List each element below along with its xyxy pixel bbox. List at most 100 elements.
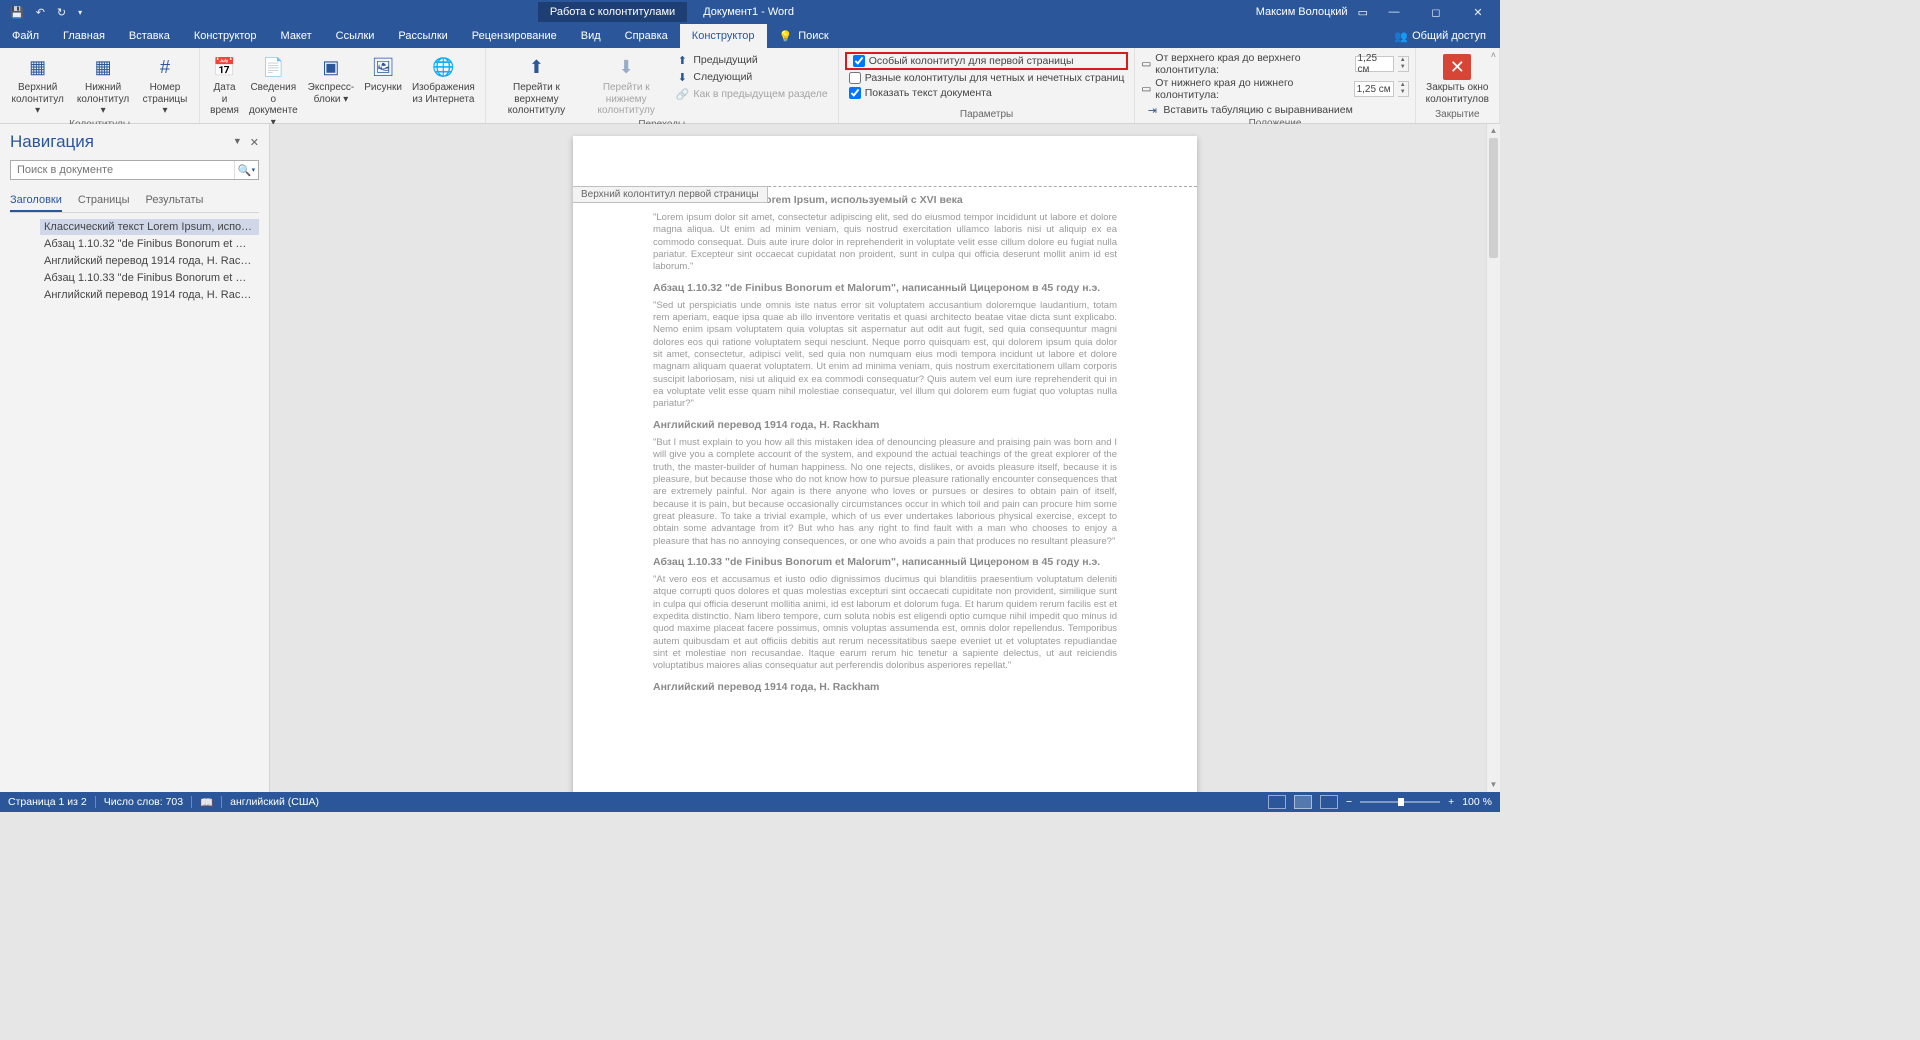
tab-home[interactable]: Главная [51, 24, 117, 48]
doc-paragraph: "At vero eos et accusamus et iusto odio … [653, 574, 1117, 673]
fromtop-icon: ▭ [1141, 58, 1151, 70]
document-canvas[interactable]: Верхний колонтитул первой страницы Класс… [270, 124, 1500, 792]
user-name[interactable]: Максим Волоцкий [1256, 6, 1348, 18]
nav-search-input[interactable] [11, 161, 234, 179]
next-section-button[interactable]: ⬇Следующий [671, 69, 831, 85]
insert-align-tab-button[interactable]: ⇥Вставить табуляцию с выравниванием [1141, 102, 1408, 118]
status-page[interactable]: Страница 1 из 2 [8, 796, 87, 808]
page: Верхний колонтитул первой страницы Класс… [573, 136, 1197, 792]
tab-design[interactable]: Конструктор [182, 24, 269, 48]
outline-item[interactable]: Абзац 1.10.33 "de Finibus Bonorum et Mal… [40, 270, 259, 286]
group-label-close: Закрытие [1422, 109, 1493, 121]
different-first-page-checkbox[interactable]: Особый колонтитул для первой страницы [849, 54, 1125, 68]
search-label: Поиск [798, 30, 828, 42]
doc-info-button[interactable]: 📄Сведения о документе ▾ [245, 52, 302, 130]
minimize-button[interactable]: — [1378, 6, 1410, 18]
tab-help[interactable]: Справка [613, 24, 680, 48]
share-button[interactable]: 👥 Общий доступ [1380, 30, 1500, 43]
prev-section-button[interactable]: ⬆Предыдущий [671, 52, 831, 68]
spin-up-icon[interactable]: ▲ [1398, 57, 1408, 64]
tab-view[interactable]: Вид [569, 24, 613, 48]
zoom-level[interactable]: 100 % [1462, 796, 1492, 808]
collapse-ribbon-icon[interactable]: ˄ [1491, 50, 1496, 60]
gotofooter-icon: ⬇ [612, 54, 640, 80]
zoom-slider-handle[interactable] [1398, 798, 1404, 806]
outline-item[interactable]: Английский перевод 1914 года, H. Rackham [40, 287, 259, 303]
nav-dropdown-icon[interactable]: ▼ [233, 136, 242, 149]
vertical-scrollbar[interactable]: ▲ ▼ [1486, 124, 1500, 792]
spin-down-icon[interactable]: ▼ [1398, 89, 1408, 96]
tab-insert[interactable]: Вставка [117, 24, 182, 48]
zoom-slider[interactable] [1360, 801, 1440, 803]
search-icon: 💡 [779, 30, 793, 43]
scroll-thumb[interactable] [1489, 138, 1498, 258]
spellcheck-icon[interactable]: 📖 [200, 796, 213, 809]
outline-item[interactable]: Английский перевод 1914 года, H. Rackham [40, 253, 259, 269]
qat-more-icon[interactable]: ▾ [78, 8, 82, 17]
onlinepic-icon: 🌐 [429, 54, 457, 80]
ribbon-tabs: Файл Главная Вставка Конструктор Макет С… [0, 24, 1500, 48]
scroll-up-icon[interactable]: ▲ [1487, 124, 1500, 138]
goto-footer-button[interactable]: ⬇Перейти к нижнему колонтитулу [583, 52, 669, 119]
quickparts-icon: ▣ [317, 54, 345, 80]
status-word-count[interactable]: Число слов: 703 [104, 796, 183, 808]
footer-from-bottom-spinner[interactable]: ▭От нижнего края до нижнего колонтитула:… [1141, 77, 1408, 101]
nav-search-button[interactable]: 🔍▾ [234, 161, 258, 179]
tab-references[interactable]: Ссылки [324, 24, 387, 48]
zoom-out-button[interactable]: − [1346, 796, 1352, 808]
odd-even-pages-checkbox[interactable]: Разные колонтитулы для четных и нечетных… [845, 71, 1129, 85]
close-hf-icon: ✕ [1443, 54, 1471, 80]
footer-button[interactable]: ▦Нижний колонтитул ▾ [71, 52, 134, 119]
nav-tab-headings[interactable]: Заголовки [10, 190, 62, 212]
close-header-footer-button[interactable]: ✕Закрыть окно колонтитулов [1422, 52, 1493, 107]
nav-search-box[interactable]: 🔍▾ [10, 160, 259, 180]
tab-hf-design[interactable]: Конструктор [680, 24, 767, 48]
header-button[interactable]: ▦Верхний колонтитул ▾ [6, 52, 69, 119]
ribbon: ▦Верхний колонтитул ▾ ▦Нижний колонтитул… [0, 48, 1500, 124]
account-icon[interactable]: ▭ [1358, 6, 1368, 19]
save-icon[interactable]: 💾 [10, 6, 24, 19]
docinfo-icon: 📄 [259, 54, 287, 80]
view-print-layout[interactable] [1294, 795, 1312, 809]
nav-close-icon[interactable]: ✕ [250, 136, 259, 149]
scroll-down-icon[interactable]: ▼ [1487, 778, 1500, 792]
spin-down-icon[interactable]: ▼ [1398, 64, 1408, 71]
doc-paragraph: "Lorem ipsum dolor sit amet, consectetur… [653, 212, 1117, 274]
status-language[interactable]: английский (США) [230, 796, 319, 808]
nav-tab-pages[interactable]: Страницы [78, 190, 130, 212]
frombottom-icon: ▭ [1141, 83, 1151, 95]
navigation-pane: Навигация ▼ ✕ 🔍▾ Заголовки Страницы Резу… [0, 124, 270, 792]
doc-heading: Абзац 1.10.33 "de Finibus Bonorum et Mal… [653, 556, 1117, 568]
outline-item[interactable]: Абзац 1.10.32 "de Finibus Bonorum et Mal… [40, 236, 259, 252]
header-tag: Верхний колонтитул первой страницы [573, 186, 768, 203]
link-previous-button[interactable]: 🔗Как в предыдущем разделе [671, 86, 831, 102]
gotoheader-icon: ⬆ [522, 54, 550, 80]
tab-layout[interactable]: Макет [269, 24, 324, 48]
online-pictures-button[interactable]: 🌐Изображения из Интернета [408, 52, 479, 107]
tab-review[interactable]: Рецензирование [460, 24, 569, 48]
header-from-top-spinner[interactable]: ▭От верхнего края до верхнего колонтитул… [1141, 52, 1408, 76]
nav-tab-results[interactable]: Результаты [146, 190, 204, 212]
undo-icon[interactable]: ↶ [36, 6, 45, 19]
pictures-button[interactable]: 🖼Рисунки [360, 52, 406, 96]
doc-heading: Абзац 1.10.32 "de Finibus Bonorum et Mal… [653, 282, 1117, 294]
maximize-button[interactable]: ◻ [1420, 6, 1452, 19]
redo-icon[interactable]: ↻ [57, 6, 66, 19]
page-number-button[interactable]: #Номер страницы ▾ [137, 52, 193, 119]
show-document-text-checkbox[interactable]: Показать текст документа [845, 86, 1129, 100]
view-web-layout[interactable] [1320, 795, 1338, 809]
tab-file[interactable]: Файл [0, 24, 51, 48]
tab-mailings[interactable]: Рассылки [386, 24, 459, 48]
prev-icon: ⬆ [675, 53, 689, 67]
share-icon: 👥 [1394, 30, 1408, 43]
tell-me-search[interactable]: 💡 Поиск [767, 30, 841, 43]
zoom-in-button[interactable]: + [1448, 796, 1454, 808]
close-window-button[interactable]: ✕ [1462, 6, 1494, 19]
date-time-button[interactable]: 📅Дата и время [206, 52, 243, 119]
goto-header-button[interactable]: ⬆Перейти к верхнему колонтитулу [492, 52, 581, 119]
spin-up-icon[interactable]: ▲ [1398, 82, 1408, 89]
view-read-mode[interactable] [1268, 795, 1286, 809]
outline-item[interactable]: Классический текст Lorem Ipsum, использу… [40, 219, 259, 235]
titlebar: 💾 ↶ ↻ ▾ Работа с колонтитулами Документ1… [0, 0, 1500, 24]
quick-parts-button[interactable]: ▣Экспресс- блоки ▾ [304, 52, 359, 107]
